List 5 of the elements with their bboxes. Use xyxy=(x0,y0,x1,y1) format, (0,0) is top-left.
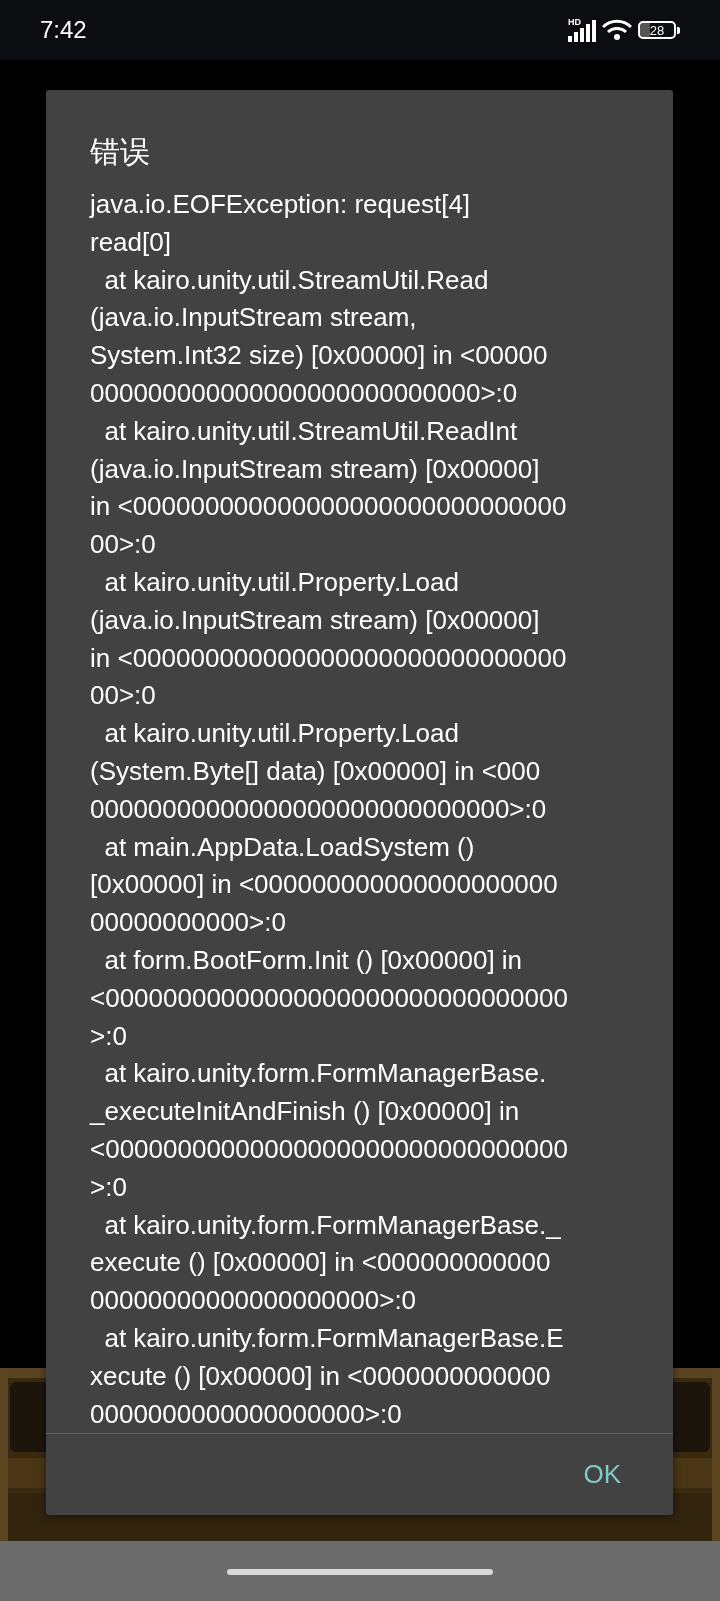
network-type-label: HD xyxy=(568,18,581,27)
error-message: java.io.EOFException: request[4] read[0] at kairo.unity.util.StreamUtil.Read (java.io.InputStream stream, System.Int32 size) [0x00000] in <00000 000000000000000000000000000>:0 at kairo.unity.util.StreamUtil.ReadInt (java.io.InputStream stream) [0x00000] in <000000000000000000000000000000 00>:0 at kairo.unity.util.Property.Load (java.io.InputStream stream) [0x00000] in <000000000000000000000000000000 00>:0 at kairo.unity.util.Property.Load (System.Byte[] data) [0x00000] in <000 00000000000000000000000000000>:0 at main.AppData.LoadSystem () [0x00000] in <000000000000000000000 00000000000>:0 at form.BootForm.Init () [0x00000] in <00000000000000000000000000000000 >:0 at kairo.unity.form.FormManagerBase. _executeInitAndFinish () [0x00000] in <00000000000000000000000000000000 >:0 at kairo.unity.form.FormManagerBase._ execute () [0x00000] in <000000000000 00000000000000000000>:0 at kairo.unity.form.FormManagerBase.E xecute () [0x00000] in <0000000000000 0000000000000000000>:0 xyxy=(90,188,569,1431)
status-time: 7:42 xyxy=(40,16,87,44)
ok-button[interactable]: OK xyxy=(571,1451,633,1499)
dialog-title: 错误 xyxy=(90,133,151,171)
